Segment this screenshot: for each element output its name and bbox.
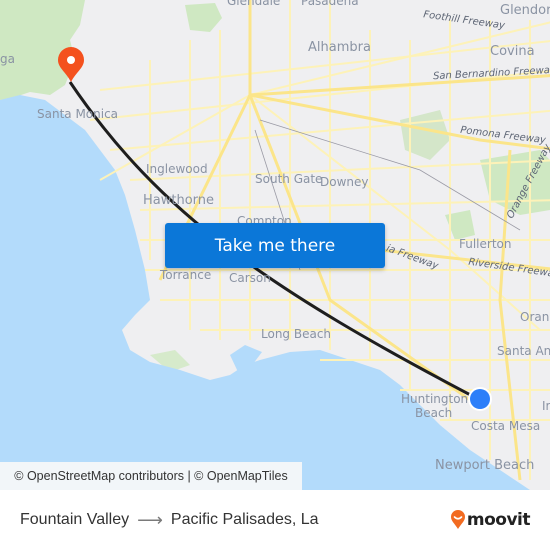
- place-label-downey: Downey: [320, 175, 369, 189]
- place-label-torrance: Torrance: [160, 268, 212, 282]
- moovit-logo[interactable]: moovit: [450, 490, 531, 550]
- place-label-santa-ana: Santa Ana: [497, 344, 550, 358]
- moovit-pin-icon: [450, 510, 465, 529]
- place-label-alhambra: Alhambra: [308, 40, 371, 55]
- place-label-irvine: Ir: [542, 399, 550, 413]
- place-label-topanga: ga: [0, 52, 15, 66]
- moovit-wordmark: moovit: [466, 510, 531, 530]
- place-label-huntington: Huntington: [401, 392, 469, 406]
- place-label-hawthorne: Hawthorne: [143, 193, 215, 208]
- map-attribution[interactable]: © OpenStreetMap contributors | © OpenMap…: [0, 462, 302, 490]
- place-label-newport-beach: Newport Beach: [435, 458, 535, 473]
- footer: Fountain Valley ⟶ Pacific Palisades, La …: [0, 490, 550, 550]
- place-label-glendora: Glendora: [500, 3, 550, 18]
- attribution-text[interactable]: © OpenStreetMap contributors | © OpenMap…: [14, 469, 287, 483]
- place-label-santa-monica: Santa Monica: [37, 107, 119, 121]
- destination-label: Pacific Palisades, La: [170, 511, 319, 528]
- place-label-south-gate: South Gate: [255, 172, 323, 186]
- place-label-inglewood: Inglewood: [146, 162, 208, 176]
- place-label-costa-mesa: Costa Mesa: [471, 419, 541, 433]
- place-label-orange: Orange: [520, 310, 550, 324]
- arrow-right-icon: ⟶: [137, 509, 163, 530]
- route-summary: Fountain Valley ⟶ Pacific Palisades, La: [20, 490, 319, 550]
- map[interactable]: Glendale Pasadena Glendora Alhambra Covi…: [0, 0, 550, 490]
- place-label-fullerton: Fullerton: [459, 237, 512, 251]
- place-label-pasadena: Pasadena: [301, 0, 359, 8]
- place-label-huntington-beach: Beach: [415, 406, 453, 420]
- origin-label: Fountain Valley: [20, 511, 130, 528]
- place-label-glendale: Glendale: [227, 0, 281, 8]
- take-me-there-button[interactable]: Take me there: [165, 223, 385, 268]
- place-label-long-beach: Long Beach: [261, 327, 332, 341]
- place-label-carson: Carson: [229, 271, 271, 285]
- origin-marker-icon[interactable]: [468, 387, 492, 411]
- place-label-covina: Covina: [490, 44, 535, 59]
